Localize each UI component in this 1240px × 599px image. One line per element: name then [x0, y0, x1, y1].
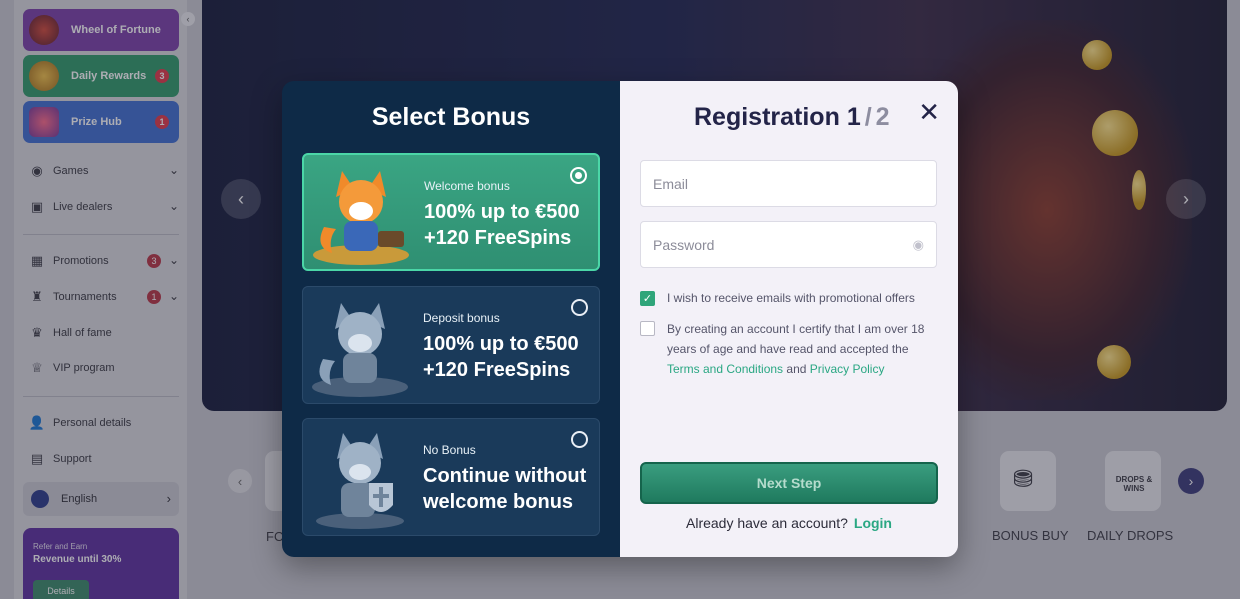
- terms-link[interactable]: Terms and Conditions: [667, 362, 783, 376]
- next-step-button[interactable]: Next Step: [640, 462, 938, 504]
- step-current: 1: [846, 103, 861, 131]
- password-input[interactable]: [653, 222, 924, 267]
- registration-title-text: Registration: [694, 103, 840, 131]
- bonus-line-2: +120 FreeSpins: [424, 227, 572, 249]
- terms-prefix-text: By creating an account I certify that I …: [667, 322, 925, 356]
- eye-icon[interactable]: ◉: [913, 237, 924, 253]
- bonus-radio[interactable]: [571, 431, 588, 448]
- bonus-kicker: Welcome bonus: [424, 179, 510, 193]
- bonus-headline: 100% up to €500 +120 FreeSpins: [424, 199, 580, 251]
- login-prompt: Already have an account? Login: [620, 515, 958, 531]
- password-field[interactable]: ◉: [640, 221, 937, 268]
- fox-mascot-image: [312, 303, 408, 397]
- bonus-kicker: No Bonus: [423, 443, 476, 457]
- bonus-radio[interactable]: [571, 299, 588, 316]
- bonus-line-2: welcome bonus: [423, 491, 574, 513]
- deposit-bonus-option[interactable]: Deposit bonus 100% up to €500 +120 FreeS…: [302, 286, 600, 404]
- bonus-headline: 100% up to €500 +120 FreeSpins: [423, 331, 579, 383]
- bonus-headline: Continue without welcome bonus: [423, 463, 586, 515]
- no-bonus-option[interactable]: No Bonus Continue without welcome bonus: [302, 418, 600, 536]
- bonus-line-2: +120 FreeSpins: [423, 359, 571, 381]
- fox-knight-image: [316, 433, 404, 529]
- registration-panel: Registration 1/2 ✕ ◉ ✓ I wish to receive…: [620, 81, 958, 557]
- bonus-radio-selected[interactable]: [570, 167, 587, 184]
- bonus-line-1: 100% up to €500: [424, 201, 580, 223]
- fox-mascot-image: [313, 171, 409, 265]
- registration-modal: Select Bonus Welcome bonus 100% up to €5…: [282, 81, 958, 557]
- step-separator: /: [864, 103, 872, 131]
- bonus-line-1: 100% up to €500: [423, 333, 579, 355]
- promo-opt-in-checkbox[interactable]: ✓: [640, 291, 655, 306]
- terms-and-text: and: [786, 362, 807, 376]
- email-input[interactable]: [653, 161, 924, 206]
- welcome-bonus-option[interactable]: Welcome bonus 100% up to €500 +120 FreeS…: [302, 153, 600, 271]
- close-icon[interactable]: ✕: [918, 99, 940, 125]
- select-bonus-panel: Select Bonus Welcome bonus 100% up to €5…: [282, 81, 620, 557]
- step-total: 2: [875, 103, 890, 131]
- already-have-account-text: Already have an account?: [686, 515, 848, 531]
- terms-checkbox[interactable]: [640, 321, 655, 336]
- bonus-kicker: Deposit bonus: [423, 311, 500, 325]
- email-field[interactable]: [640, 160, 937, 207]
- terms-label: By creating an account I certify that I …: [667, 319, 937, 379]
- login-link[interactable]: Login: [854, 515, 892, 531]
- bonus-line-1: Continue without: [423, 465, 587, 487]
- promo-opt-in-label: I wish to receive emails with promotiona…: [667, 291, 915, 305]
- select-bonus-title: Select Bonus: [371, 103, 531, 131]
- privacy-policy-link[interactable]: Privacy Policy: [810, 362, 885, 376]
- registration-title: Registration 1/2: [694, 103, 890, 132]
